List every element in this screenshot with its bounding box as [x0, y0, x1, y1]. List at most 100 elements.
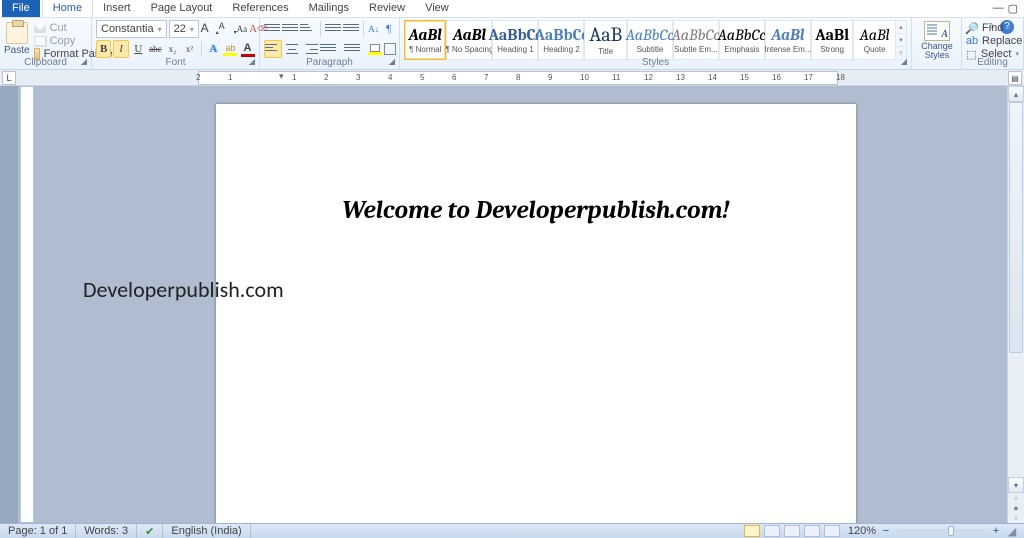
tab-pagelayout[interactable]: Page Layout	[141, 0, 223, 17]
zoom-slider-thumb[interactable]	[948, 526, 954, 536]
zoom-level[interactable]: 120%	[848, 525, 876, 537]
font-color-button[interactable]: A	[240, 40, 255, 58]
replace-button[interactable]: ab Replace	[966, 35, 1019, 47]
shrink-font-button[interactable]: A▾	[219, 20, 235, 38]
tab-insert[interactable]: Insert	[93, 0, 141, 17]
paragraph-launcher-icon[interactable]: ◢	[387, 57, 397, 67]
tab-home[interactable]: Home	[42, 0, 93, 17]
bold-button[interactable]: B	[96, 40, 111, 58]
style-option[interactable]: AaBTitle	[584, 20, 626, 60]
justify-button[interactable]	[320, 40, 336, 58]
grow-font-button[interactable]: A▴	[201, 20, 217, 38]
bullets-button[interactable]	[264, 20, 280, 38]
text-effects-button[interactable]: A	[206, 40, 221, 58]
scroll-thumb[interactable]	[1009, 102, 1023, 353]
style-option[interactable]: AaBbCcEmphasis	[719, 20, 765, 60]
ruler-number: 13	[676, 73, 685, 82]
indent-marker-icon[interactable]: ▾	[279, 71, 284, 82]
style-option[interactable]: AaBlIntense Em...	[765, 20, 811, 60]
scroll-track[interactable]	[1008, 102, 1024, 471]
tab-file[interactable]: File	[2, 0, 40, 17]
chevron-down-icon[interactable]: ▾	[158, 25, 162, 34]
borders-button[interactable]	[384, 40, 396, 58]
styles-up-button[interactable]: ▴	[896, 21, 906, 34]
align-center-button[interactable]	[284, 40, 300, 58]
italic-button[interactable]: I	[113, 40, 128, 58]
strike-button[interactable]: abc	[148, 40, 163, 58]
font-name-combo[interactable]: Constantia ▾	[96, 20, 167, 38]
superscript-button[interactable]: x²	[182, 40, 197, 58]
style-option[interactable]: AaBl¶ No Spacing	[446, 20, 492, 60]
document-title-text[interactable]: Welcome to Developerpublish.com!	[294, 196, 778, 225]
view-draft-button[interactable]	[824, 525, 840, 537]
document-page[interactable]: Welcome to Developerpublish.com!	[216, 104, 856, 523]
horizontal-ruler[interactable]: ▾ 21123456789101112131415161718	[198, 71, 838, 85]
next-page-button[interactable]: ◦	[1008, 513, 1024, 523]
underline-button[interactable]: U	[131, 40, 146, 58]
highlight-button[interactable]: ab	[223, 40, 238, 58]
view-outline-button[interactable]	[804, 525, 820, 537]
tab-view[interactable]: View	[415, 0, 459, 17]
tab-mailings[interactable]: Mailings	[299, 0, 359, 17]
style-option[interactable]: AaBl¶ Normal	[404, 20, 446, 60]
increase-indent-button[interactable]	[343, 20, 359, 38]
font-size-combo[interactable]: 22 ▾	[169, 20, 199, 38]
multilevel-button[interactable]	[300, 20, 316, 38]
styles-launcher-icon[interactable]: ◢	[899, 57, 909, 67]
scroll-down-button[interactable]: ▾	[1008, 477, 1024, 493]
decrease-indent-button[interactable]	[325, 20, 341, 38]
ruler-number: 15	[740, 73, 749, 82]
ruler-toggle-button[interactable]: ▤	[1008, 71, 1022, 85]
sort-button[interactable]: A↓	[367, 20, 380, 38]
show-marks-button[interactable]: ¶	[382, 20, 395, 38]
zoom-in-button[interactable]: +	[990, 525, 1002, 537]
vertical-scrollbar[interactable]: ▴ ▾ ◦ ● ◦	[1007, 86, 1024, 523]
subscript-button[interactable]: x₂	[165, 40, 180, 58]
win-minimize-icon[interactable]: —	[993, 2, 1004, 15]
prev-page-button[interactable]: ◦	[1008, 493, 1024, 503]
change-styles-button[interactable]: Change Styles	[916, 20, 958, 60]
tabstop-selector[interactable]: L	[2, 71, 16, 85]
win-restore-icon[interactable]: ▢	[1008, 2, 1018, 15]
styles-scroll[interactable]: ▴▾▿	[896, 20, 907, 60]
align-left-button[interactable]	[264, 40, 282, 58]
status-proof[interactable]: ✔	[137, 524, 163, 538]
zoom-out-button[interactable]: −	[880, 525, 892, 537]
scroll-up-button[interactable]: ▴	[1008, 86, 1024, 102]
zoom-slider[interactable]	[896, 529, 986, 533]
shading-button[interactable]	[368, 40, 382, 58]
view-fullscreen-button[interactable]	[764, 525, 780, 537]
find-button[interactable]: 🔎 Find▾	[966, 22, 1019, 34]
ruler-number: 4	[388, 73, 392, 82]
browse-object-button[interactable]: ●	[1008, 503, 1024, 513]
paste-button[interactable]: Paste	[4, 20, 30, 58]
tab-references[interactable]: References	[222, 0, 298, 17]
ruler-number: 17	[804, 73, 813, 82]
style-option[interactable]: AaBlQuote	[853, 20, 895, 60]
style-option[interactable]: AaBbCcHeading 2	[538, 20, 584, 60]
status-page[interactable]: Page: 1 of 1	[0, 524, 76, 538]
style-option[interactable]: AaBbCcHeading 1	[492, 20, 538, 60]
style-option[interactable]: AaBbCcSubtle Em...	[673, 20, 719, 60]
view-printlayout-button[interactable]	[744, 525, 760, 537]
status-lang[interactable]: English (India)	[163, 524, 250, 538]
ruler-number: 1	[292, 73, 296, 82]
change-case-button[interactable]: Aa	[237, 20, 248, 38]
align-right-button[interactable]	[302, 40, 318, 58]
numbering-button[interactable]	[282, 20, 298, 38]
group-font: Constantia ▾ 22 ▾ A▴ A▾ Aa A⌫ B I U abc …	[92, 18, 260, 69]
font-launcher-icon[interactable]: ◢	[247, 57, 257, 67]
chevron-down-icon[interactable]: ▾	[190, 25, 194, 34]
styles-down-button[interactable]: ▾	[896, 34, 906, 47]
linespacing-button[interactable]	[344, 40, 360, 58]
view-weblayout-button[interactable]	[784, 525, 800, 537]
group-styles: AaBl¶ NormalAaBl¶ No SpacingAaBbCcHeadin…	[400, 18, 912, 69]
style-option[interactable]: AaBbCcSubtitle	[627, 20, 673, 60]
vertical-ruler[interactable]	[20, 86, 34, 523]
status-words[interactable]: Words: 3	[76, 524, 137, 538]
style-option[interactable]: AaBlStrong	[811, 20, 853, 60]
tab-review[interactable]: Review	[359, 0, 415, 17]
clipboard-launcher-icon[interactable]: ◢	[79, 57, 89, 67]
styles-gallery[interactable]: AaBl¶ NormalAaBl¶ No SpacingAaBbCcHeadin…	[404, 20, 907, 60]
resize-grip-icon[interactable]: ◢	[1006, 525, 1018, 538]
